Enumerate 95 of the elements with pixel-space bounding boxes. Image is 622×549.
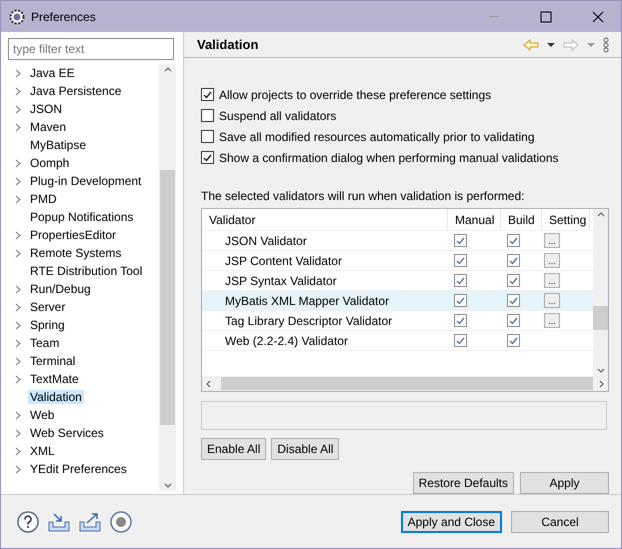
- page-title: Validation: [197, 37, 260, 52]
- tree-item[interactable]: YEdit Preferences: [28, 462, 129, 476]
- table-row[interactable]: JSP Syntax Validator ...: [202, 271, 593, 291]
- table-row[interactable]: Web (2.2-2.4) Validator: [202, 331, 593, 351]
- table-row[interactable]: MyBatis XML Mapper Validator ...: [202, 291, 593, 311]
- table-cell-text: Web (2.2-2.4) Validator: [224, 332, 349, 350]
- tree-item[interactable]: TextMate: [28, 372, 81, 386]
- checkbox[interactable]: [507, 334, 520, 347]
- record-icon[interactable]: [110, 510, 132, 532]
- table-cell-text: MyBatis XML Mapper Validator: [224, 292, 390, 310]
- column-header[interactable]: Build: [501, 209, 542, 230]
- checkbox[interactable]: [454, 254, 467, 267]
- column-header[interactable]: Manual: [448, 209, 501, 230]
- table-caption: The selected validators will run when validation is performed:: [201, 189, 526, 203]
- table-row[interactable]: Tag Library Descriptor Validator ...: [202, 311, 593, 331]
- export-icon[interactable]: [79, 512, 101, 532]
- enable-all-button[interactable]: Enable All: [201, 438, 266, 460]
- checkbox-label: Suspend all validators: [219, 108, 336, 122]
- settings-button[interactable]: ...: [544, 313, 560, 328]
- settings-button[interactable]: ...: [544, 233, 560, 248]
- checkbox-label: Show a confirmation dialog when performing manual validations: [219, 150, 559, 164]
- scroll-up-icon[interactable]: [596, 211, 604, 217]
- scroll-left-icon[interactable]: [205, 380, 211, 388]
- filter-field[interactable]: type filter text: [8, 38, 174, 60]
- checkbox[interactable]: [454, 314, 467, 327]
- tree-item[interactable]: Remote Systems: [28, 246, 124, 260]
- scroll-thumb[interactable]: [160, 170, 175, 425]
- checkbox[interactable]: [507, 234, 520, 247]
- table-cell-text: JSON Validator: [224, 232, 308, 250]
- scroll-down-icon[interactable]: [164, 483, 172, 489]
- checkbox[interactable]: [507, 254, 520, 267]
- column-header[interactable]: Setting: [542, 209, 590, 230]
- tree-item[interactable]: Java Persistence: [28, 84, 124, 98]
- table-cell-text: JSP Syntax Validator: [224, 272, 338, 290]
- more-icon[interactable]: [603, 36, 609, 52]
- checkbox[interactable]: [507, 314, 520, 327]
- tree-item[interactable]: RTE Distribution Tool: [28, 264, 144, 278]
- checkbox[interactable]: [507, 274, 520, 287]
- tree-item[interactable]: Terminal: [28, 354, 78, 368]
- apply-button[interactable]: Apply: [520, 472, 609, 494]
- disable-all-button[interactable]: Disable All: [271, 438, 340, 460]
- maximize-icon[interactable]: [540, 10, 552, 22]
- tree-item[interactable]: PropertiesEditor: [28, 228, 118, 242]
- tree-item[interactable]: XML: [28, 444, 57, 458]
- scroll-down-icon[interactable]: [596, 368, 604, 374]
- checkbox-label: Save all modified resources automatically prior to validating: [219, 130, 534, 144]
- scrollbar[interactable]: [159, 64, 176, 491]
- scroll-right-icon[interactable]: [599, 380, 605, 388]
- checkbox[interactable]: [201, 151, 214, 164]
- dropdown-icon[interactable]: [545, 42, 557, 48]
- tree-item[interactable]: MyBatipse: [28, 138, 88, 152]
- table-cell-text: JSP Content Validator: [224, 252, 343, 270]
- restore-defaults-button[interactable]: Restore Defaults: [412, 472, 514, 494]
- tree-item[interactable]: Team: [28, 336, 62, 350]
- tree-item[interactable]: Web: [28, 408, 56, 422]
- checkbox[interactable]: [201, 130, 214, 143]
- tree-item[interactable]: Oomph: [28, 156, 72, 170]
- tree-item[interactable]: Web Services: [28, 426, 106, 440]
- window-title: Preferences: [31, 10, 97, 24]
- table-cell-text: Tag Library Descriptor Validator: [224, 312, 394, 330]
- tree-item[interactable]: Validation: [28, 390, 84, 404]
- gear-icon: [9, 8, 25, 24]
- checkbox[interactable]: [201, 109, 214, 122]
- checkbox-label: Allow projects to override these preference settings: [219, 88, 492, 102]
- tree-item[interactable]: Java EE: [28, 66, 77, 80]
- scrollbar[interactable]: [593, 209, 608, 376]
- checkbox[interactable]: [454, 334, 467, 347]
- table-row[interactable]: JSP Content Validator ...: [202, 251, 593, 271]
- tree-item[interactable]: JSON: [28, 102, 64, 116]
- tree-item[interactable]: Popup Notifications: [28, 210, 136, 224]
- tree-item[interactable]: Plug-in Development: [28, 174, 144, 188]
- scroll-thumb[interactable]: [593, 306, 608, 330]
- help-icon[interactable]: [17, 510, 39, 532]
- settings-button[interactable]: ...: [544, 273, 560, 288]
- column-header[interactable]: Validator: [202, 209, 448, 230]
- checkbox[interactable]: [454, 234, 467, 247]
- checkbox[interactable]: [507, 294, 520, 307]
- import-icon[interactable]: [48, 512, 70, 532]
- apply-and-close-button[interactable]: Apply and Close: [400, 510, 502, 532]
- tree-item[interactable]: Server: [28, 300, 68, 314]
- checkbox[interactable]: [454, 294, 467, 307]
- tree-item[interactable]: PMD: [28, 192, 59, 206]
- settings-button[interactable]: ...: [544, 253, 560, 268]
- checkbox[interactable]: [201, 88, 214, 101]
- settings-button[interactable]: ...: [544, 293, 560, 308]
- tree-item[interactable]: Run/Debug: [28, 282, 93, 296]
- scroll-up-icon[interactable]: [164, 66, 172, 72]
- cancel-button[interactable]: Cancel: [511, 510, 609, 532]
- scrollbar[interactable]: [202, 376, 608, 391]
- tree-item[interactable]: Spring: [28, 318, 67, 332]
- table-row[interactable]: JSON Validator ...: [202, 231, 593, 251]
- tree-item[interactable]: Maven: [28, 120, 68, 134]
- checkbox[interactable]: [454, 274, 467, 287]
- close-icon[interactable]: [592, 10, 604, 22]
- scroll-thumb[interactable]: [221, 377, 593, 390]
